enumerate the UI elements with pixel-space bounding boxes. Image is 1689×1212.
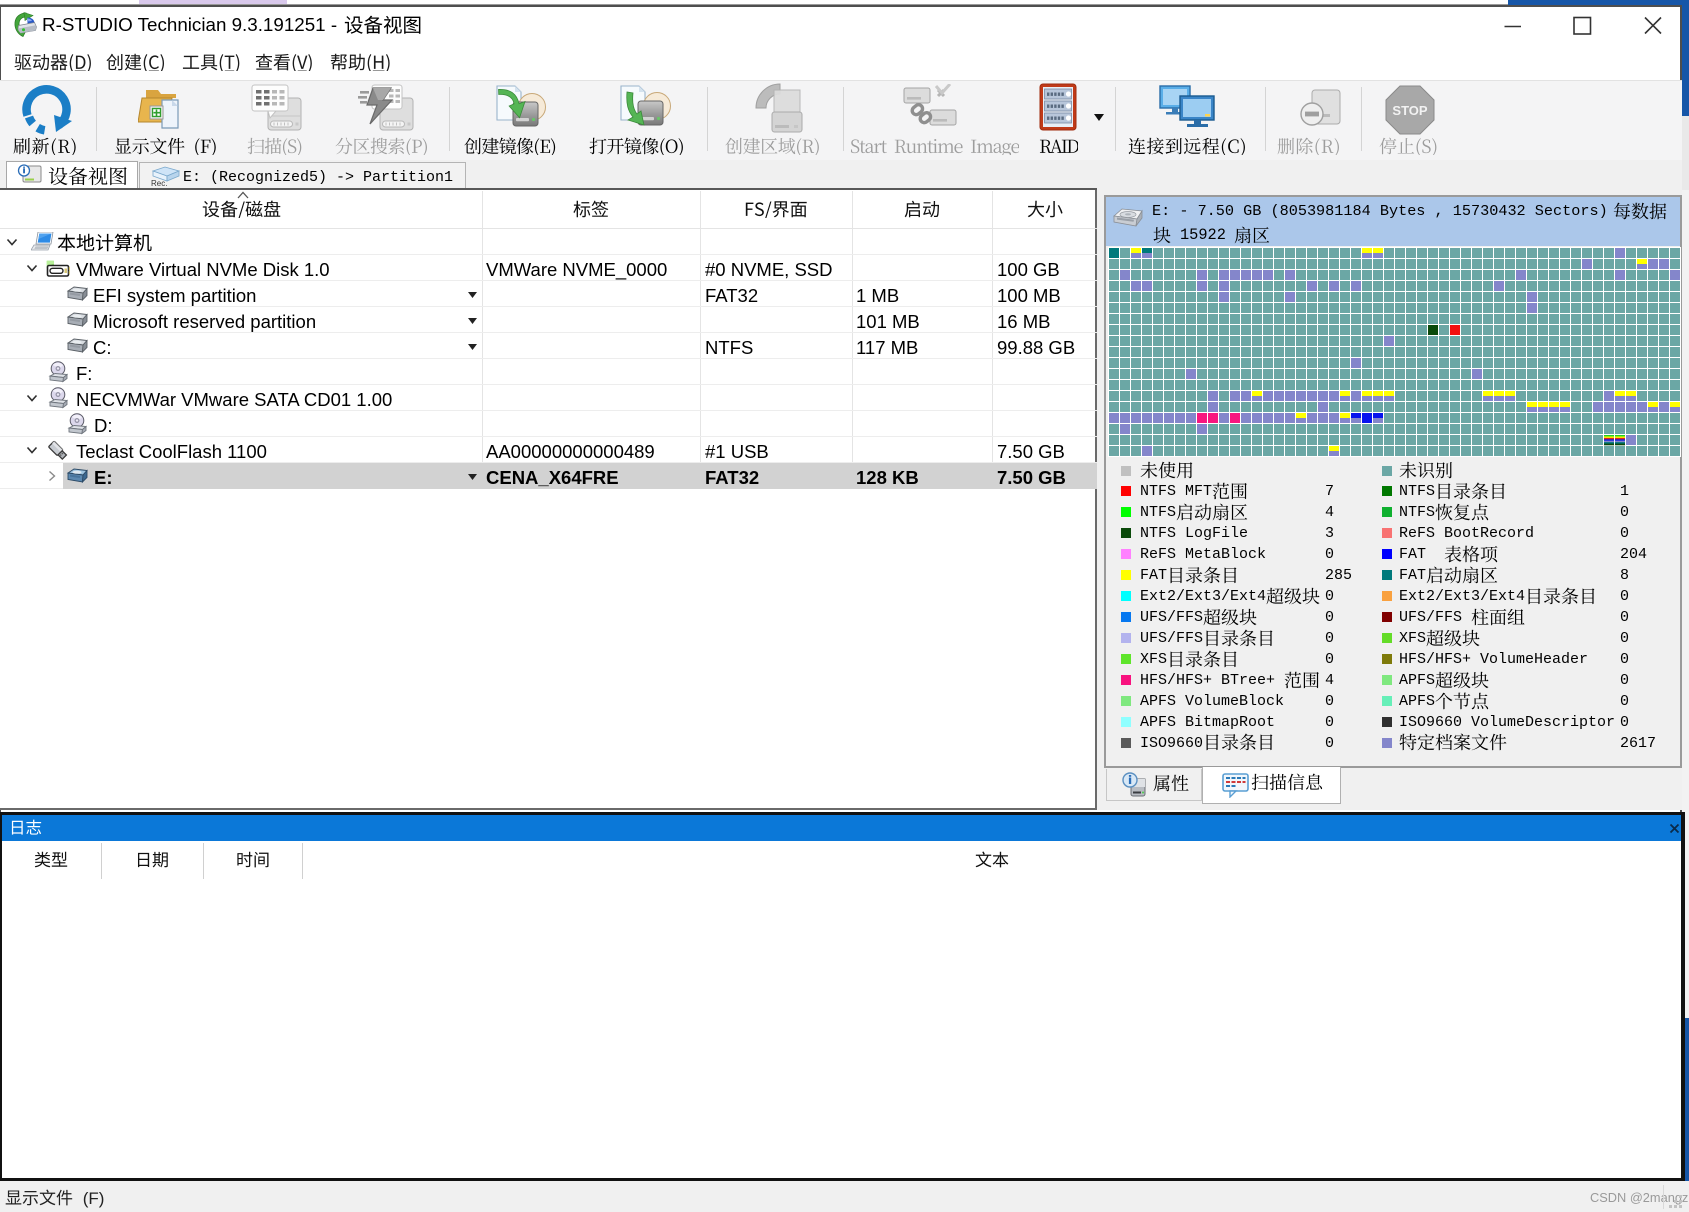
svg-text:STOP: STOP [1392, 103, 1427, 118]
svg-text:Rec.: Rec. [151, 179, 167, 187]
